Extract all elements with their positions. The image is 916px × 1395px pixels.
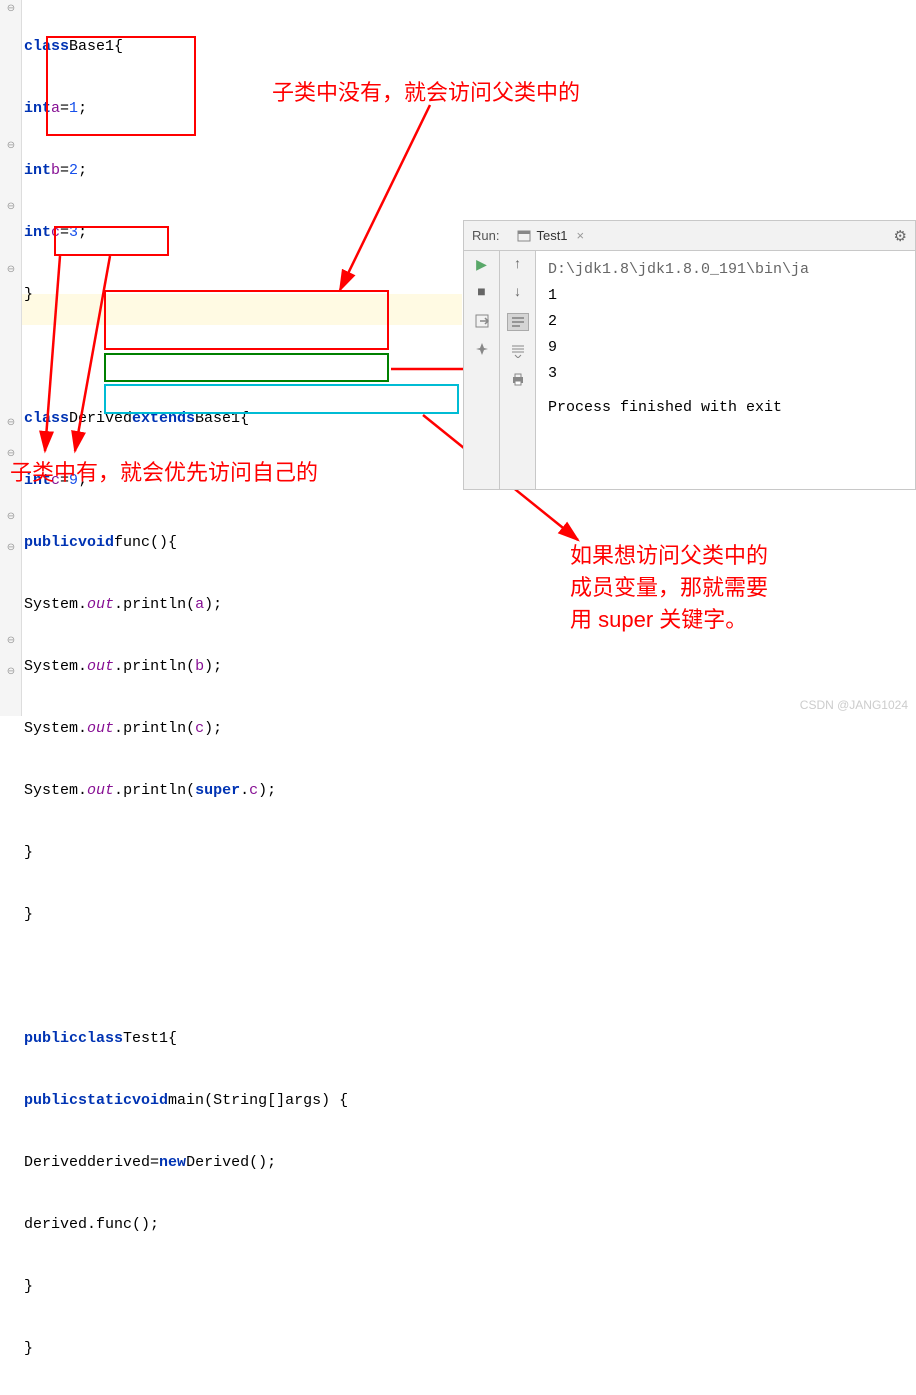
- output-process: Process finished with exit: [548, 395, 903, 421]
- code-editor[interactable]: class Base1{ int a=1; int b=2; int c=3; …: [24, 0, 348, 1395]
- fold-icon[interactable]: ⊖: [5, 667, 17, 679]
- run-toolbar-left2: ↑ ↓: [500, 251, 536, 489]
- run-output[interactable]: D:\jdk1.8\jdk1.8.0_191\bin\ja 1 2 9 3 Pr…: [536, 251, 915, 489]
- annotation-box: [104, 353, 389, 382]
- annotation-text: 子类中没有，就会访问父类中的: [272, 75, 580, 107]
- run-icon[interactable]: ▶: [473, 257, 491, 273]
- fold-icon[interactable]: ⊖: [5, 202, 17, 214]
- exit-icon[interactable]: [473, 313, 491, 329]
- output-line: 1: [548, 283, 903, 309]
- fold-icon[interactable]: ⊖: [5, 141, 17, 153]
- watermark: CSDN @JANG1024: [800, 698, 908, 712]
- run-tab[interactable]: Test1 ×: [517, 228, 584, 243]
- run-label: Run:: [472, 228, 499, 243]
- output-line: 3: [548, 361, 903, 387]
- up-icon[interactable]: ↑: [509, 257, 527, 273]
- annotation-box: [104, 290, 389, 350]
- print-icon[interactable]: [509, 371, 527, 387]
- run-panel: Run: Test1 × ⚙ ▶ ■ ↑ ↓ D:\jdk1.8\jdk1.8.…: [463, 220, 916, 490]
- fold-icon[interactable]: ⊖: [5, 418, 17, 430]
- gear-icon[interactable]: ⚙: [894, 227, 907, 246]
- scroll-icon[interactable]: [509, 343, 527, 359]
- run-panel-header: Run: Test1 × ⚙: [464, 221, 915, 251]
- stop-icon[interactable]: ■: [473, 285, 491, 301]
- close-icon[interactable]: ×: [577, 228, 585, 243]
- fold-icon[interactable]: ⊖: [5, 4, 17, 16]
- annotation-box: [104, 384, 459, 414]
- editor-gutter: ⊖ ⊖ ⊖ ⊖ ⊖ ⊖ ⊖ ⊖ ⊖ ⊖: [0, 0, 22, 716]
- pin-icon[interactable]: [473, 341, 491, 357]
- application-icon: [517, 229, 531, 243]
- run-toolbar-left: ▶ ■: [464, 251, 500, 489]
- annotation-box: [46, 36, 196, 136]
- annotation-text: 子类中有，就会优先访问自己的: [10, 455, 318, 487]
- annotation-box: [54, 226, 169, 256]
- wrap-icon[interactable]: [507, 313, 529, 331]
- down-icon[interactable]: ↓: [509, 285, 527, 301]
- annotation-text: 如果想访问父类中的 成员变量，那就需要 用 super 关键字。: [570, 540, 768, 636]
- output-line: 2: [548, 309, 903, 335]
- fold-icon[interactable]: ⊖: [5, 543, 17, 555]
- fold-icon[interactable]: ⊖: [5, 265, 17, 277]
- fold-icon[interactable]: ⊖: [5, 512, 17, 524]
- fold-icon[interactable]: ⊖: [5, 636, 17, 648]
- output-path: D:\jdk1.8\jdk1.8.0_191\bin\ja: [548, 257, 903, 283]
- output-line: 9: [548, 335, 903, 361]
